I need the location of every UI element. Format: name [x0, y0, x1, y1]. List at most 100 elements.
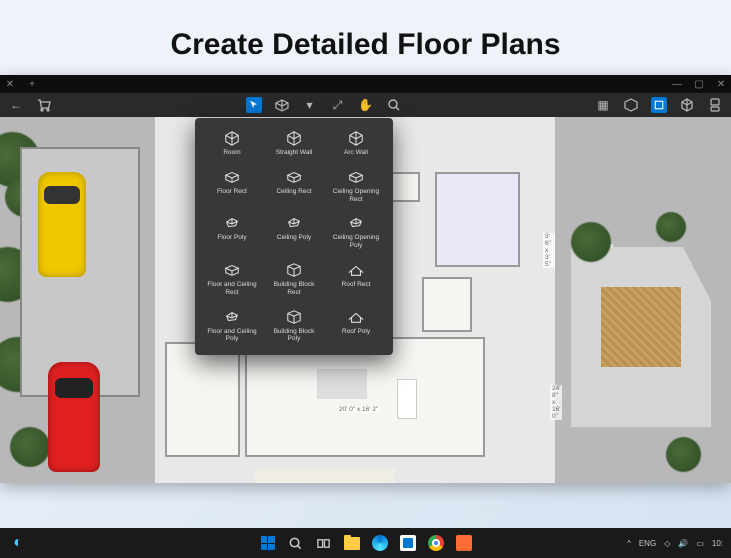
cube-icon[interactable]: [623, 97, 639, 113]
build-tool[interactable]: [274, 97, 290, 113]
volume-icon[interactable]: 🔊: [678, 539, 688, 548]
minimize-icon[interactable]: —: [671, 78, 683, 90]
dropdown-item-label: Ceiling Poly: [277, 234, 311, 242]
roof-icon: [347, 262, 365, 278]
cube-icon: [285, 130, 303, 146]
dropdown-item-building-block-rect[interactable]: Building Block Rect: [265, 260, 323, 299]
start-button[interactable]: [258, 533, 278, 553]
dropdown-item-label: Roof Poly: [342, 328, 370, 336]
car-red: [48, 362, 100, 472]
roof-icon: [347, 309, 365, 325]
layers-icon[interactable]: ▦: [595, 97, 611, 113]
titlebar: ✕ + — ▢ ✕: [0, 75, 731, 93]
new-tab-icon[interactable]: +: [26, 78, 38, 90]
maximize-icon[interactable]: ▢: [693, 78, 705, 90]
car-yellow: [38, 172, 86, 277]
dropdown-item-ceiling-opening-poly[interactable]: Ceiling Opening Poly: [327, 213, 385, 252]
tree-decoration: [10, 427, 50, 467]
furniture-tool[interactable]: ▾: [302, 97, 318, 113]
build-tools-dropdown: Room Straight Wall Arc Wall Floor Rect Ceili…: [195, 118, 393, 355]
rect-icon: [285, 169, 303, 185]
close-tab-icon[interactable]: ✕: [4, 78, 16, 90]
close-icon[interactable]: ✕: [715, 78, 727, 90]
rect-icon: [223, 169, 241, 185]
cube-icon: [347, 130, 365, 146]
rect-icon: [347, 169, 365, 185]
dropdown-item-floor-poly[interactable]: Floor Poly: [203, 213, 261, 252]
tree-decoration: [571, 222, 611, 262]
dropdown-item-floor-and-ceiling-poly[interactable]: Floor and Ceiling Poly: [203, 307, 261, 346]
dropdown-item-room[interactable]: Room: [203, 128, 261, 159]
block-icon: [285, 262, 303, 278]
app-icon[interactable]: [454, 533, 474, 553]
language-indicator[interactable]: ENG: [639, 539, 656, 548]
dropdown-item-label: Building Block Poly: [267, 328, 321, 344]
tree-decoration: [656, 212, 686, 242]
battery-icon[interactable]: ▭: [696, 539, 704, 548]
patio-deck: [601, 287, 681, 367]
dropdown-item-label: Room: [223, 149, 240, 157]
room: [435, 172, 520, 267]
poly-icon: [285, 215, 303, 231]
windows-taskbar: ◐ ^ ENG ◇ 🔊 ▭ 10:: [0, 528, 731, 558]
back-button[interactable]: ←: [8, 97, 24, 113]
room: [165, 342, 240, 457]
dropdown-item-arc-wall[interactable]: Arc Wall: [327, 128, 385, 159]
file-explorer-icon[interactable]: [342, 533, 362, 553]
dropdown-item-building-block-poly[interactable]: Building Block Poly: [265, 307, 323, 346]
dropdown-item-label: Floor and Ceiling Poly: [205, 328, 259, 344]
dropdown-item-label: Building Block Rect: [267, 281, 321, 297]
room-dimension: 3' 6" x 3' 5": [543, 233, 555, 268]
tree-decoration: [666, 437, 701, 472]
dropdown-item-ceiling-opening-rect[interactable]: Ceiling Opening Rect: [327, 167, 385, 206]
block-icon: [285, 309, 303, 325]
dropdown-item-ceiling-rect[interactable]: Ceiling Rect: [265, 167, 323, 206]
dropdown-item-label: Ceiling Rect: [276, 188, 311, 196]
dropdown-item-label: Ceiling Opening Rect: [329, 188, 383, 204]
dropdown-item-straight-wall[interactable]: Straight Wall: [265, 128, 323, 159]
kitchen-island: [317, 369, 367, 399]
tray-chevron-icon[interactable]: ^: [627, 539, 631, 548]
select-tool[interactable]: [246, 97, 262, 113]
dropdown-item-label: Floor Poly: [217, 234, 246, 242]
dropdown-item-label: Roof Rect: [342, 281, 371, 289]
poly-icon: [223, 309, 241, 325]
cube-icon: [223, 130, 241, 146]
dropdown-item-label: Straight Wall: [276, 149, 313, 157]
rect-icon: [223, 262, 241, 278]
view-3d-button[interactable]: [679, 97, 695, 113]
patio-furniture: [255, 468, 395, 483]
dropdown-item-label: Ceiling Opening Poly: [329, 234, 383, 250]
poly-icon: [347, 215, 365, 231]
dropdown-item-floor-and-ceiling-rect[interactable]: Floor and Ceiling Rect: [203, 260, 261, 299]
clock[interactable]: 10:: [712, 539, 723, 548]
room-dimension: 24' 8" x 16' 0": [550, 385, 562, 420]
hand-tool[interactable]: ✋: [358, 97, 374, 113]
task-view-icon[interactable]: [314, 533, 334, 553]
room-dimension: 20' 0" x 16' 2": [337, 406, 380, 413]
toolbar: ← ▾ ⤢ ✋ ▦: [0, 93, 731, 117]
dropdown-item-roof-rect[interactable]: Roof Rect: [327, 260, 385, 299]
chrome-icon[interactable]: [426, 533, 446, 553]
poly-icon: [223, 215, 241, 231]
settings-icon[interactable]: [707, 97, 723, 113]
widgets-icon[interactable]: ◐: [8, 533, 28, 553]
cart-icon[interactable]: [36, 97, 52, 113]
store-icon[interactable]: [398, 533, 418, 553]
dropdown-item-floor-rect[interactable]: Floor Rect: [203, 167, 261, 206]
view-2d-button[interactable]: [651, 97, 667, 113]
counter: [397, 379, 417, 419]
dropdown-item-roof-poly[interactable]: Roof Poly: [327, 307, 385, 346]
measure-tool[interactable]: ⤢: [330, 97, 346, 113]
room: [422, 277, 472, 332]
edge-icon[interactable]: [370, 533, 390, 553]
wifi-icon[interactable]: ◇: [664, 539, 670, 548]
dropdown-item-label: Arc Wall: [344, 149, 368, 157]
dropdown-item-ceiling-poly[interactable]: Ceiling Poly: [265, 213, 323, 252]
search-icon[interactable]: [386, 97, 402, 113]
search-taskbar-icon[interactable]: [286, 533, 306, 553]
dropdown-item-label: Floor Rect: [217, 188, 247, 196]
outdoor-patio: [571, 247, 711, 427]
dropdown-item-label: Floor and Ceiling Rect: [205, 281, 259, 297]
headline-text: Create Detailed Floor Plans: [0, 28, 731, 62]
